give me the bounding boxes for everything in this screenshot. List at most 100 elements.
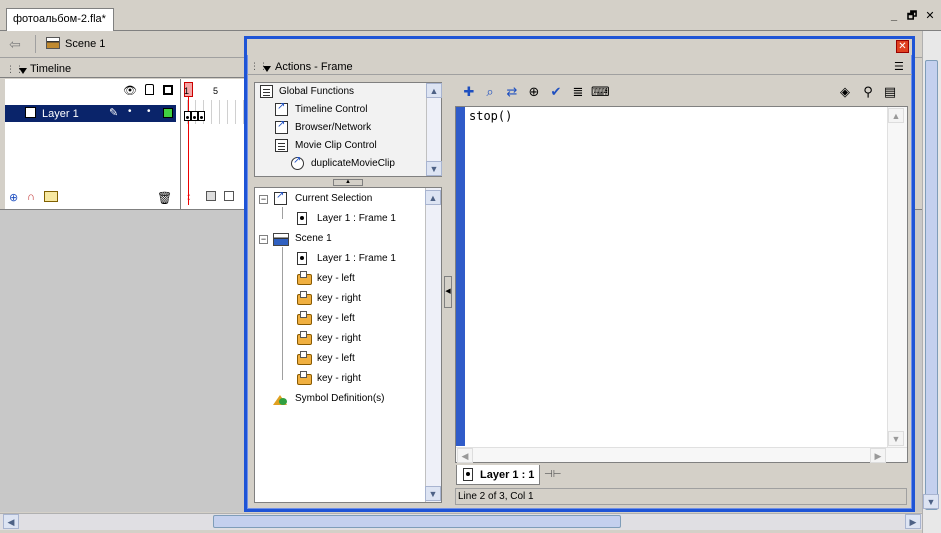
tree-button[interactable]: key - right — [317, 371, 361, 387]
tree-button[interactable]: key - left — [317, 351, 355, 367]
tree-button[interactable]: key - left — [317, 311, 355, 327]
toolbox-item[interactable]: duplicateMovieClip — [311, 155, 395, 173]
find-icon[interactable]: ⌕ — [481, 83, 499, 101]
close-actions-button[interactable]: ✕ — [896, 40, 909, 53]
outline-icon[interactable] — [163, 85, 173, 95]
reference-icon[interactable]: ◈ — [836, 83, 854, 101]
scroll-left-button[interactable]: ◀ — [457, 448, 473, 463]
pane-splitter[interactable]: ▲ — [333, 179, 363, 186]
tree-button[interactable]: key - left — [317, 271, 355, 287]
button-symbol-icon — [296, 311, 312, 325]
restore-button[interactable]: 🗗 — [905, 10, 919, 22]
scroll-up-button[interactable]: ▲ — [888, 108, 904, 123]
collapse-toggle[interactable]: − — [259, 235, 268, 244]
close-document-button[interactable]: ✕ — [923, 10, 937, 22]
collapse-triangle-icon[interactable] — [19, 66, 27, 77]
button-symbol-icon — [296, 351, 312, 365]
keyframe[interactable] — [191, 111, 198, 121]
frames-area[interactable] — [180, 79, 245, 209]
toolbox-item[interactable]: Global Functions — [279, 83, 354, 101]
symbol-definitions-icon — [273, 391, 289, 405]
scroll-down-button[interactable]: ▼ — [888, 431, 904, 446]
trash-icon[interactable]: 🗑 — [157, 191, 172, 205]
auto-format-icon[interactable]: ≣ — [569, 83, 587, 101]
toolbox-item[interactable]: Timeline Control — [295, 101, 367, 119]
eye-icon[interactable]: 👁 — [123, 84, 137, 97]
layer-name[interactable]: Layer 1 — [42, 108, 79, 120]
book-icon — [260, 85, 273, 98]
toolbox-item[interactable]: Browser/Network — [295, 119, 371, 137]
add-folder-icon[interactable] — [44, 191, 58, 202]
document-tab[interactable]: фотоальбом-2.fla* — [6, 8, 114, 31]
book-icon — [275, 139, 288, 152]
add-layer-icon[interactable]: ⊕ — [9, 191, 18, 204]
tree-button[interactable]: key - right — [317, 291, 361, 307]
scroll-down-button[interactable]: ▼ — [426, 161, 442, 176]
actions-window-titlebar[interactable] — [247, 39, 912, 55]
add-statement-icon[interactable]: ✚ — [460, 83, 478, 101]
frame-icon — [463, 468, 473, 481]
script-tab[interactable]: Layer 1 : 1 — [456, 465, 540, 485]
pin-script-icon[interactable]: ⊣⊢ — [544, 469, 561, 481]
tree-scene[interactable]: Scene 1 — [295, 231, 332, 247]
replace-icon[interactable]: ⇄ — [503, 83, 521, 101]
button-symbol-icon — [296, 371, 312, 385]
horizontal-scroll-thumb[interactable] — [213, 515, 621, 528]
minimize-button[interactable]: _ — [887, 10, 901, 22]
layer-icon — [25, 107, 36, 118]
scroll-left-button[interactable]: ◀ — [3, 514, 19, 529]
check-syntax-icon[interactable]: ✔ — [547, 83, 565, 101]
button-symbol-icon — [296, 291, 312, 305]
add-guide-layer-icon[interactable]: ∩ — [27, 191, 35, 203]
view-options-icon[interactable]: ▤ — [881, 83, 899, 101]
tree-frame[interactable]: Layer 1 : Frame 1 — [317, 211, 396, 227]
editor-vertical-scrollbar[interactable] — [887, 107, 907, 447]
scroll-up-button[interactable]: ▲ — [425, 190, 441, 205]
editor-horizontal-scrollbar[interactable] — [456, 447, 907, 462]
navigator-scrollbar[interactable] — [425, 188, 441, 502]
lock-dot[interactable]: • — [147, 106, 151, 117]
collapse-triangle-icon[interactable] — [263, 64, 271, 75]
script-editor[interactable] — [455, 106, 908, 463]
debug-options-icon[interactable]: ⚲ — [859, 83, 877, 101]
code-hint-icon[interactable]: ⌨ — [591, 83, 610, 101]
editor-gutter — [456, 107, 465, 446]
visibility-dot[interactable]: • — [128, 106, 132, 117]
vertical-scroll-thumb[interactable] — [925, 60, 938, 510]
scene-label[interactable]: Scene 1 — [65, 38, 105, 50]
layer-list — [5, 79, 180, 209]
scroll-down-button[interactable]: ▼ — [425, 486, 441, 501]
toolbar-divider — [35, 35, 36, 53]
tree-button[interactable]: key - right — [317, 331, 361, 347]
outline-color-swatch[interactable] — [163, 108, 173, 118]
scene-icon — [273, 233, 289, 246]
tree-symbol-definitions[interactable]: Symbol Definition(s) — [295, 391, 384, 407]
collapse-toggle[interactable]: − — [259, 195, 268, 204]
toolbox-item[interactable]: Movie Clip Control — [295, 137, 377, 155]
function-icon — [291, 155, 304, 170]
keyframe[interactable] — [184, 111, 191, 121]
scroll-down-button[interactable]: ▼ — [923, 494, 939, 509]
timeline-title: Timeline — [30, 63, 72, 75]
onion-outline-icon[interactable] — [224, 191, 234, 201]
tree-current-selection[interactable]: Current Selection — [295, 191, 372, 207]
onion-skin-icon[interactable] — [206, 191, 216, 201]
script-code[interactable]: stop() — [469, 109, 512, 123]
target-path-icon[interactable]: ⊕ — [525, 83, 543, 101]
center-frame-icon[interactable]: ↕ — [186, 191, 192, 203]
scroll-right-button[interactable]: ▶ — [870, 448, 886, 463]
scroll-up-button[interactable]: ▲ — [426, 83, 442, 98]
button-symbol-icon — [296, 271, 312, 285]
frame-icon — [297, 212, 307, 225]
pane-collapse-handle[interactable]: ◀ — [444, 276, 452, 308]
scroll-right-button[interactable]: ▶ — [905, 514, 921, 529]
scene-icon — [46, 37, 60, 49]
keyframe[interactable] — [198, 111, 205, 121]
frame-number-1: 1 — [184, 86, 190, 96]
panel-menu-icon[interactable]: ☰ — [894, 60, 904, 73]
tree-line — [282, 207, 283, 219]
back-arrow-icon[interactable]: ⇦ — [9, 36, 21, 53]
lock-icon[interactable] — [145, 84, 154, 95]
function-icon — [275, 119, 288, 134]
tree-frame[interactable]: Layer 1 : Frame 1 — [317, 251, 396, 267]
